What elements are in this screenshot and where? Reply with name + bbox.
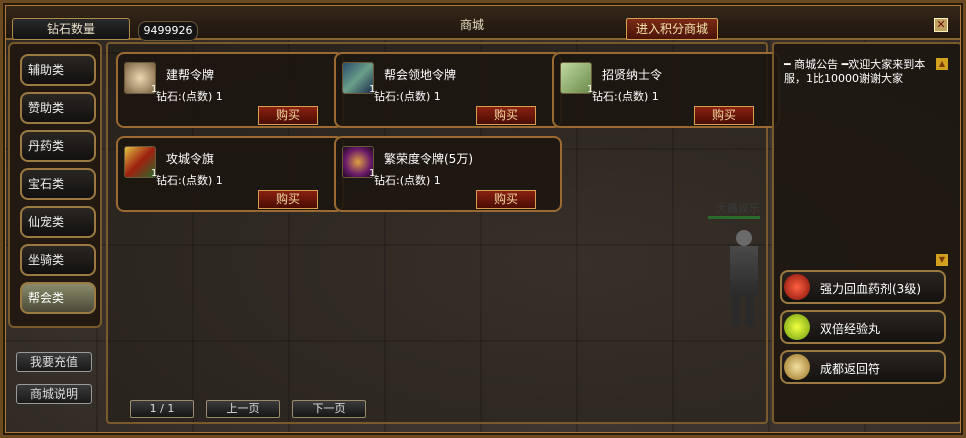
- item-name: 攻城令旗: [166, 152, 215, 166]
- item-card: 1 招贤纳士令 钻石:(点数) 1 购买: [552, 52, 780, 128]
- player-leg-left: [732, 296, 740, 326]
- quick-item-label: 强力回血药剂(3级): [820, 282, 921, 296]
- item-price: 钻石:(点数) 1: [156, 90, 223, 103]
- item-price: 钻石:(点数) 1: [374, 174, 441, 187]
- category-assist[interactable]: 辅助类: [20, 54, 96, 86]
- prev-page-button[interactable]: 上一页: [206, 400, 280, 418]
- buy-button[interactable]: 购买: [476, 190, 536, 209]
- item-name: 帮会领地令牌: [384, 68, 457, 82]
- notice-panel: ━ 商城公告 ━欢迎大家来到本服，1比10000谢谢大家 ▲ ▼ 强力回血药剂(…: [772, 42, 962, 424]
- item-card: 1 建帮令牌 钻石:(点数) 1 购买: [116, 52, 344, 128]
- buy-button[interactable]: 购买: [694, 106, 754, 125]
- recharge-button[interactable]: 我要充值: [16, 352, 92, 372]
- diamond-count-value: 9499926: [138, 21, 198, 41]
- player-body: [730, 246, 758, 296]
- item-name: 繁荣度令牌(5万): [384, 152, 473, 166]
- player-name: 大矗娱乐: [716, 202, 760, 215]
- player-health-bar: [708, 216, 760, 219]
- item-card: 1 攻城令旗 钻石:(点数) 1 购买: [116, 136, 344, 212]
- quick-item-label: 双倍经验丸: [820, 322, 881, 336]
- category-sponsor[interactable]: 赞助类: [20, 92, 96, 124]
- scroll-up-icon[interactable]: ▲: [936, 58, 948, 70]
- close-icon[interactable]: ✕: [934, 18, 948, 32]
- item-panel: 1 建帮令牌 钻石:(点数) 1 购买 1 帮会领地令牌 钻石:(点数) 1 购…: [106, 42, 780, 424]
- item-price: 钻石:(点数) 1: [374, 90, 441, 103]
- shop-window: 钻石数量 9499926 商城 进入积分商城 ✕ 辅助类 赞助类 丹药类 宝石类…: [0, 0, 966, 438]
- category-panel: 辅助类 赞助类 丹药类 宝石类 仙宠类 坐骑类 帮会类: [8, 42, 102, 328]
- next-page-button[interactable]: 下一页: [292, 400, 366, 418]
- category-elixir[interactable]: 丹药类: [20, 130, 96, 162]
- buy-button[interactable]: 购买: [258, 190, 318, 209]
- item-price: 钻石:(点数) 1: [592, 90, 659, 103]
- item-name: 建帮令牌: [166, 68, 215, 82]
- quick-item[interactable]: 强力回血药剂(3级): [780, 270, 946, 304]
- green-pill-icon: [784, 314, 810, 340]
- player-head: [736, 230, 752, 246]
- quick-item[interactable]: 双倍经验丸: [780, 310, 946, 344]
- buy-button[interactable]: 购买: [476, 106, 536, 125]
- window-title: 商城: [460, 18, 485, 32]
- item-name: 招贤纳士令: [602, 68, 663, 82]
- page-indicator: 1 / 1: [130, 400, 194, 418]
- player-character: 大矗娱乐: [708, 200, 770, 330]
- scroll-down-icon[interactable]: ▼: [936, 254, 948, 266]
- category-guild[interactable]: 帮会类: [20, 282, 96, 314]
- category-pet[interactable]: 仙宠类: [20, 206, 96, 238]
- shop-help-button[interactable]: 商城说明: [16, 384, 92, 404]
- category-mount[interactable]: 坐骑类: [20, 244, 96, 276]
- item-price: 钻石:(点数) 1: [156, 174, 223, 187]
- category-gem[interactable]: 宝石类: [20, 168, 96, 200]
- diamond-count-label: 钻石数量: [12, 18, 130, 40]
- item-card: 1 帮会领地令牌 钻石:(点数) 1 购买: [334, 52, 562, 128]
- red-potion-icon: [784, 274, 810, 300]
- player-leg-right: [746, 296, 754, 326]
- buy-button[interactable]: 购买: [258, 106, 318, 125]
- return-scroll-icon: [784, 354, 810, 380]
- quick-item-label: 成都返回符: [820, 362, 881, 376]
- shop-notice: ━ 商城公告 ━欢迎大家来到本服，1比10000谢谢大家: [784, 58, 926, 85]
- item-card: 1 繁荣度令牌(5万) 钻石:(点数) 1 购买: [334, 136, 562, 212]
- quick-item[interactable]: 成都返回符: [780, 350, 946, 384]
- points-shop-button[interactable]: 进入积分商城: [626, 18, 718, 40]
